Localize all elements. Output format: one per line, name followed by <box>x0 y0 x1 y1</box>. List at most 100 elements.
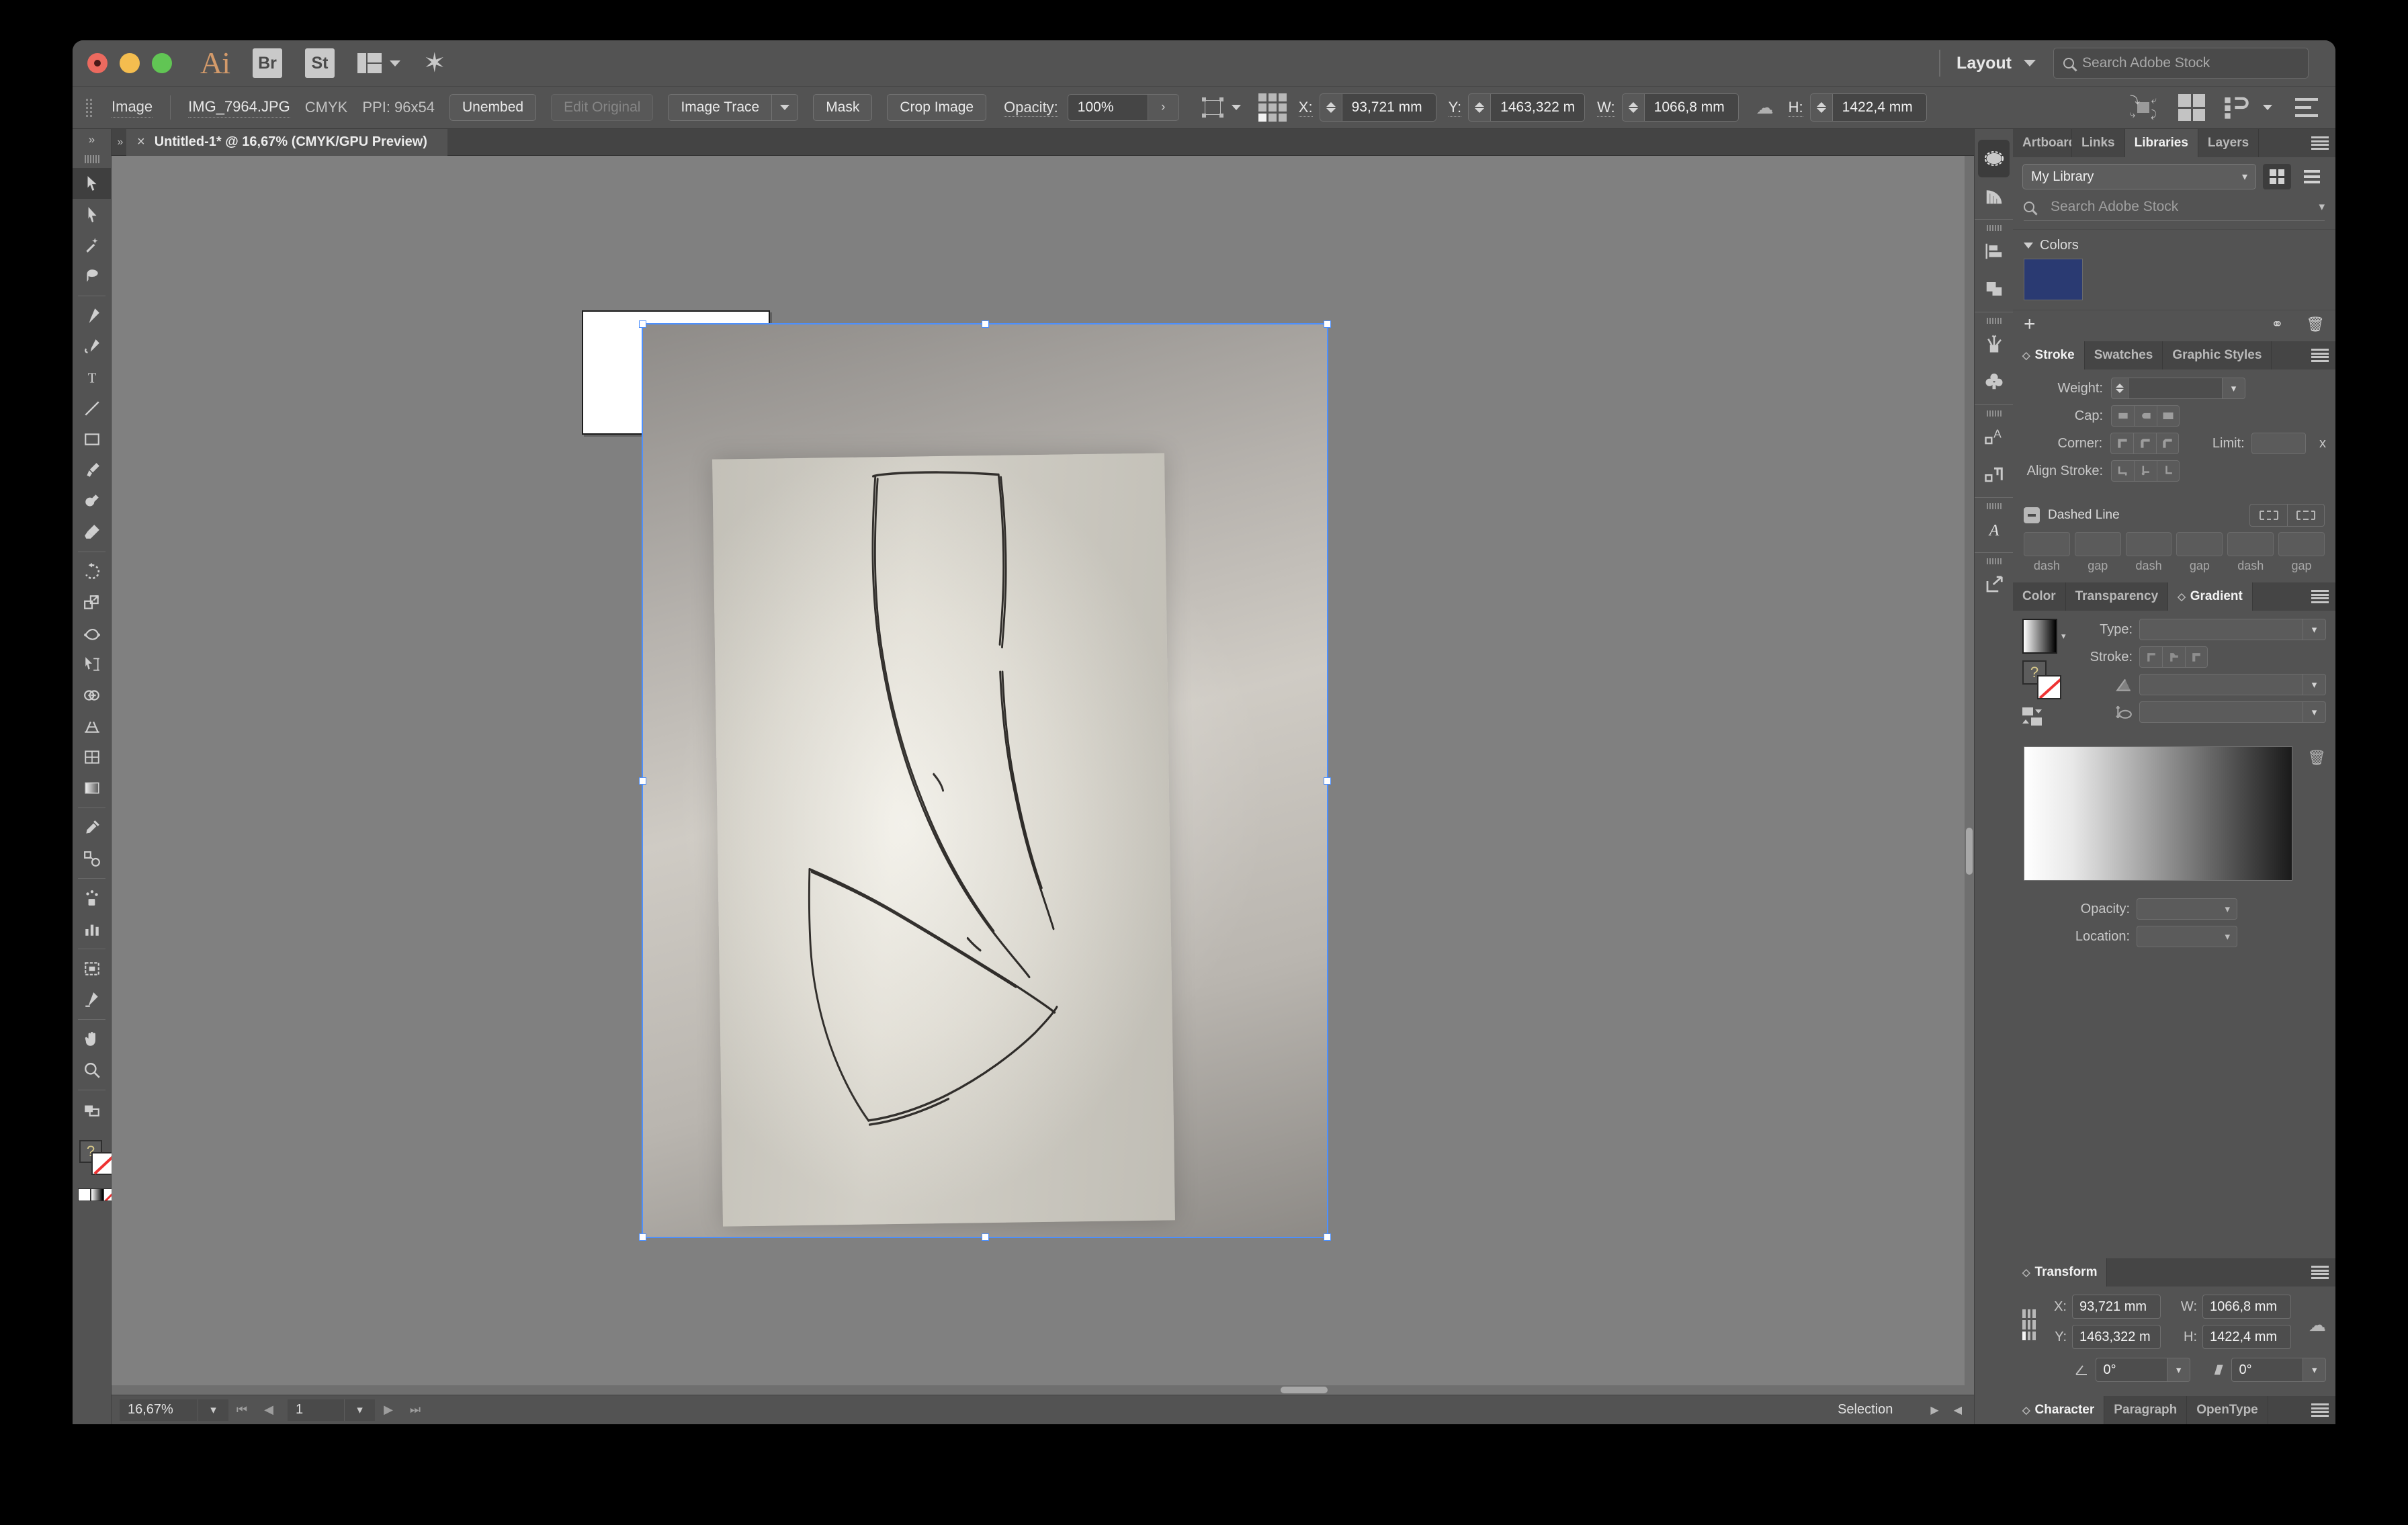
linked-file-name[interactable]: IMG_7964.JPG <box>188 98 290 118</box>
constrain-proportions-icon[interactable]: ☁ <box>1754 96 1776 119</box>
selection-handle[interactable] <box>1324 320 1331 328</box>
last-artboard-button[interactable]: ⏭ <box>402 1399 429 1421</box>
arrange-documents-button[interactable] <box>357 53 400 73</box>
round-join-button[interactable] <box>2133 433 2157 454</box>
tab-transparency[interactable]: Transparency <box>2066 582 2169 611</box>
gradient-tool[interactable] <box>73 773 111 803</box>
status-next-icon[interactable]: ▶ <box>1930 1403 1938 1417</box>
rotate-angle-input[interactable]: 0° <box>2096 1358 2168 1382</box>
transform-x-input[interactable]: 93,721 mm <box>2072 1295 2161 1319</box>
w-input[interactable]: 1066,8 mm <box>1644 93 1739 122</box>
perspective-grid-tool[interactable] <box>73 711 111 742</box>
stroke-swatch[interactable] <box>91 1152 114 1175</box>
tab-artboards[interactable]: Artboards <box>2013 129 2072 157</box>
gradient-location-input[interactable]: ▾ <box>2137 926 2237 947</box>
limit-input[interactable] <box>2251 433 2307 454</box>
selection-handle[interactable] <box>639 320 646 328</box>
tab-transform[interactable]: ◇ Transform <box>2013 1258 2108 1287</box>
opacity-options-button[interactable]: › <box>1148 94 1179 121</box>
appearance-icon[interactable] <box>1978 140 2010 177</box>
line-segment-tool[interactable] <box>73 393 111 424</box>
artboard-dropdown[interactable]: ▾ <box>344 1399 375 1421</box>
align-objects-icon[interactable] <box>2178 94 2205 121</box>
dash-input[interactable] <box>2125 532 2172 556</box>
constrain-proportions-broken-icon[interactable]: ☁ <box>2309 1315 2326 1336</box>
rotate-angle-dropdown[interactable]: ▾ <box>2167 1358 2190 1382</box>
stroke-panel-menu-icon[interactable] <box>2305 341 2335 369</box>
align-inside-stroke-button[interactable] <box>2134 460 2157 482</box>
chevron-down-icon[interactable]: ▾ <box>2061 631 2066 642</box>
horizontal-scrollbar[interactable] <box>112 1385 1965 1395</box>
library-list-view-button[interactable] <box>2298 164 2326 189</box>
tab-opentype[interactable]: OpenType <box>2187 1396 2268 1424</box>
selection-handle[interactable] <box>982 1233 989 1241</box>
colors-section-header[interactable]: Colors <box>2013 230 2335 259</box>
fit-artboard-icon[interactable]: ⤵ ⤶ ⤷ ⤸ <box>2128 94 2158 121</box>
previous-artboard-button[interactable]: ◀ <box>255 1399 282 1421</box>
rocket-icon[interactable]: ✶ <box>423 50 446 77</box>
pen-tool[interactable] <box>73 300 111 331</box>
align-center-stroke-button[interactable] <box>2111 460 2134 482</box>
gradient-type-select[interactable] <box>2139 619 2303 640</box>
tab-links[interactable]: Links <box>2072 129 2125 157</box>
transform-w-input[interactable]: 1066,8 mm <box>2202 1295 2291 1319</box>
weight-input[interactable] <box>2128 378 2223 399</box>
delete-gradient-stop-icon[interactable]: 🗑 <box>2307 749 2326 767</box>
eyedropper-tool[interactable] <box>73 812 111 843</box>
asset-export-icon[interactable] <box>1975 566 2013 603</box>
chevron-down-icon[interactable]: ▾ <box>2319 200 2325 214</box>
w-stepper[interactable] <box>1621 93 1645 122</box>
dash-align-corners-button[interactable] <box>2287 504 2325 527</box>
dash-input[interactable] <box>2024 532 2070 556</box>
tab-graphic-styles[interactable]: Graphic Styles <box>2163 341 2272 369</box>
gap-input[interactable] <box>2074 532 2121 556</box>
gradient-angle-dropdown[interactable]: ▾ <box>2303 674 2326 695</box>
curvature-tool[interactable] <box>73 331 111 362</box>
gradient-panel-menu-icon[interactable] <box>2305 582 2335 611</box>
artboard-tool[interactable] <box>73 953 111 984</box>
library-stock-search[interactable]: Search Adobe Stock ▾ <box>2013 196 2335 230</box>
tab-libraries[interactable]: Libraries <box>2124 129 2198 157</box>
mask-button[interactable]: Mask <box>813 94 873 121</box>
type-wrap-icon[interactable]: A <box>1975 418 2013 455</box>
tab-swatches[interactable]: Swatches <box>2085 341 2163 369</box>
stock-icon[interactable]: St <box>305 48 335 78</box>
tab-color[interactable]: Color <box>2013 582 2066 611</box>
gradient-swatch-button[interactable] <box>91 1188 103 1201</box>
brushes-icon[interactable] <box>1975 325 2013 363</box>
zoom-level-input[interactable]: 16,67% <box>120 1399 198 1421</box>
y-input[interactable]: 1463,322 m <box>1491 93 1586 122</box>
x-stepper[interactable] <box>1319 93 1342 122</box>
document-tab[interactable]: × Untitled-1* @ 16,67% (CMYK/GPU Preview… <box>126 128 447 156</box>
tab-layers[interactable]: Layers <box>2198 129 2260 157</box>
close-icon[interactable]: × <box>137 134 145 150</box>
select-similar-icon[interactable] <box>1199 96 1226 119</box>
gap-input[interactable] <box>2278 532 2325 556</box>
bevel-join-button[interactable] <box>2156 433 2180 454</box>
opacity-input[interactable]: 100% <box>1067 94 1148 121</box>
paintbrush-tool[interactable] <box>73 455 111 486</box>
paragraph-styles-icon[interactable] <box>1975 455 2013 493</box>
dash-input[interactable] <box>2227 532 2274 556</box>
next-artboard-button[interactable]: ▶ <box>375 1399 402 1421</box>
character-panel-menu-icon[interactable] <box>2305 1396 2335 1424</box>
status-prev-icon[interactable]: ◀ <box>1954 1403 1962 1417</box>
hand-tool[interactable] <box>73 1024 111 1055</box>
glyphs-icon[interactable]: A <box>1975 511 2013 548</box>
miter-join-button[interactable] <box>2110 433 2134 454</box>
delete-icon[interactable]: 🗑 <box>2306 316 2325 333</box>
selection-handle[interactable] <box>1324 777 1331 785</box>
h-input[interactable]: 1422,4 mm <box>1832 93 1927 122</box>
weight-dropdown[interactable]: ▾ <box>2223 378 2245 399</box>
reference-point-selector[interactable] <box>1258 93 1287 122</box>
gradient-opacity-input[interactable]: ▾ <box>2137 898 2237 920</box>
weight-stepper[interactable] <box>2111 378 2128 399</box>
align-outside-stroke-button[interactable] <box>2157 460 2180 482</box>
gradient-angle-input[interactable] <box>2139 674 2303 695</box>
gradient-type-dropdown[interactable]: ▾ <box>2303 619 2326 640</box>
first-artboard-button[interactable]: ⏮ <box>228 1399 255 1421</box>
adobe-stock-search-input[interactable]: Search Adobe Stock <box>2053 48 2309 79</box>
distribute-objects-icon[interactable] <box>2223 94 2249 121</box>
width-tool[interactable] <box>73 618 111 649</box>
projecting-cap-button[interactable] <box>2157 405 2180 427</box>
